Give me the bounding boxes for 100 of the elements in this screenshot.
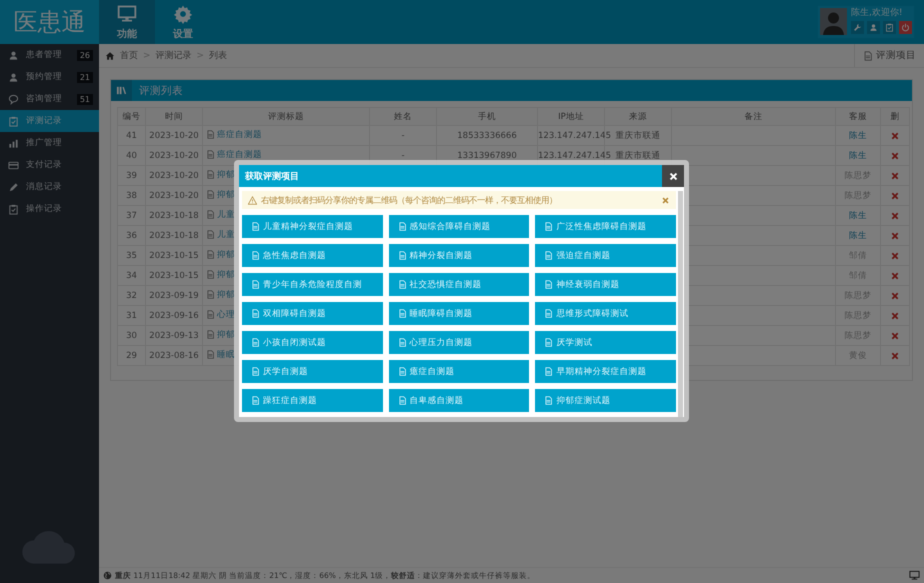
assessment-item-button[interactable]: 急性焦虑自测题 (242, 244, 383, 267)
assessment-title-link[interactable]: 儿童 (206, 228, 235, 241)
assessment-item-button[interactable]: 儿童精神分裂症自测题 (242, 215, 383, 238)
sidebar-item[interactable]: 评测记录 (0, 110, 99, 132)
delete-button[interactable] (890, 210, 900, 220)
sidebar-item[interactable]: 推广管理 (0, 132, 99, 154)
assessment-item-button[interactable]: 厌学自测题 (242, 360, 383, 383)
delete-button[interactable] (890, 190, 900, 200)
sidebar-item[interactable]: 咨询管理 51 (0, 88, 99, 110)
document-icon (398, 280, 407, 289)
sidebar-item[interactable]: 支付记录 (0, 154, 99, 176)
breadcrumb-link[interactable]: 列表 (209, 49, 228, 62)
delete-button[interactable] (890, 270, 900, 280)
document-icon (251, 338, 260, 347)
assessment-items-button[interactable]: 评测项目 (854, 44, 924, 67)
assessment-item-button[interactable]: 小孩自闭测试题 (242, 331, 383, 354)
document-icon (398, 222, 407, 231)
alert-close-button[interactable] (661, 196, 670, 204)
date-cell: 2023-10-18 (149, 210, 199, 220)
delete-button[interactable] (890, 230, 900, 240)
assessment-item-button[interactable]: 癔症自测题 (388, 360, 530, 383)
breadcrumb-link[interactable]: 评测记录 (156, 49, 192, 62)
breadcrumb-separator: > (143, 50, 151, 60)
assessment-item-button[interactable]: 抑郁症测试题 (535, 389, 676, 412)
delete-button[interactable] (890, 310, 900, 320)
row-number: 38 (126, 190, 137, 200)
delete-button[interactable] (890, 150, 900, 160)
breadcrumb-link[interactable]: 首页 (120, 49, 138, 62)
assessment-title-link[interactable]: 抑郁 (206, 188, 235, 201)
column-header: 备注 (744, 112, 762, 122)
delete-button[interactable] (890, 130, 900, 140)
row-number: 40 (126, 150, 137, 160)
document-icon (251, 309, 260, 318)
assessment-item-button[interactable]: 广泛性焦虑障碍自测题 (535, 215, 676, 238)
delete-button[interactable] (890, 350, 900, 360)
assessment-item-button[interactable]: 厌学测试 (535, 331, 676, 354)
assessment-item-button[interactable]: 自卑感自测题 (388, 389, 530, 412)
document-icon (544, 222, 554, 231)
assessment-title-link[interactable]: 抑郁 (206, 288, 235, 301)
books-icon (116, 85, 127, 96)
date-cell: 2023-09-16 (149, 310, 199, 320)
nav-tab[interactable]: 功能 (99, 0, 155, 44)
clipboard-icon (8, 116, 19, 126)
source-cell: 重庆市联通 (616, 130, 660, 140)
agent-link[interactable]: 陈生 (849, 150, 867, 160)
delete-button[interactable] (890, 330, 900, 340)
nav-tab[interactable]: 设置 (155, 0, 211, 44)
assessment-item-button[interactable]: 思维形式障碍测试 (535, 302, 676, 325)
column-header: IP地址 (558, 112, 584, 122)
assessment-item-button[interactable]: 强迫症自测题 (535, 244, 676, 267)
warning-icon (248, 196, 257, 204)
source-cell: 重庆市联通 (616, 150, 660, 160)
scrollbar[interactable] (678, 191, 683, 417)
assessment-item-button[interactable]: 双相障碍自测题 (242, 302, 383, 325)
assessment-title-link[interactable]: 抑郁 (206, 248, 235, 261)
assessment-item-button[interactable]: 社交恐惧症自测题 (388, 273, 530, 296)
assessment-title-link[interactable]: 抑郁 (206, 328, 235, 341)
assessment-item-button[interactable]: 青少年自杀危险程度自测 (242, 273, 383, 296)
date-cell: 2023-09-19 (149, 290, 199, 300)
settings-icon (173, 4, 193, 24)
agent-link[interactable]: 陈生 (849, 210, 867, 220)
wrench-icon-button[interactable] (851, 21, 864, 34)
user-icon (8, 50, 19, 60)
delete-button[interactable] (890, 250, 900, 260)
power-button[interactable] (899, 21, 912, 34)
sidebar-item[interactable]: 消息记录 (0, 176, 99, 198)
pencil-icon (8, 182, 19, 192)
assessment-item-button[interactable]: 神经衰弱自测题 (535, 273, 676, 296)
close-button[interactable] (662, 165, 684, 187)
power-icon (901, 23, 910, 32)
sidebar-item[interactable]: 患者管理 26 (0, 44, 99, 66)
document-icon (398, 367, 407, 376)
clipboard-icon (8, 204, 19, 214)
sidebar-item[interactable]: 预约管理 21 (0, 66, 99, 88)
delete-button[interactable] (890, 170, 900, 180)
assessment-title-link[interactable]: 抑郁 (206, 268, 235, 281)
sidebar-item[interactable]: 操作记录 (0, 198, 99, 220)
document-icon (251, 367, 260, 376)
document-icon (251, 251, 260, 260)
assessment-item-button[interactable]: 睡眠障碍自测题 (388, 302, 530, 325)
date-cell: 2023-10-20 (149, 170, 199, 180)
column-header: 手机 (478, 112, 496, 122)
clipboard-button[interactable] (883, 21, 896, 34)
globe-icon (103, 571, 112, 580)
delete-button[interactable] (890, 290, 900, 300)
assessment-title-link[interactable]: 抑郁 (206, 168, 235, 181)
assessment-item-button[interactable]: 躁狂症自测题 (242, 389, 383, 412)
cross-icon (890, 350, 900, 360)
assessment-item-button[interactable]: 感知综合障碍自测题 (388, 215, 530, 238)
assessment-item-button[interactable]: 早期精神分裂症自测题 (535, 360, 676, 383)
agent-link[interactable]: 陈生 (849, 230, 867, 240)
chat-icon (8, 94, 19, 104)
document-icon (398, 396, 407, 405)
row-number: 29 (126, 350, 137, 360)
assessment-item-button[interactable]: 精神分裂自测题 (388, 244, 530, 267)
agent-link[interactable]: 陈生 (849, 130, 867, 140)
date-cell: 2023-10-20 (149, 130, 199, 140)
profile-button[interactable] (867, 21, 880, 34)
assessment-item-button[interactable]: 心理压力自测题 (388, 331, 530, 354)
assessment-title-link[interactable]: 儿童 (206, 208, 235, 221)
